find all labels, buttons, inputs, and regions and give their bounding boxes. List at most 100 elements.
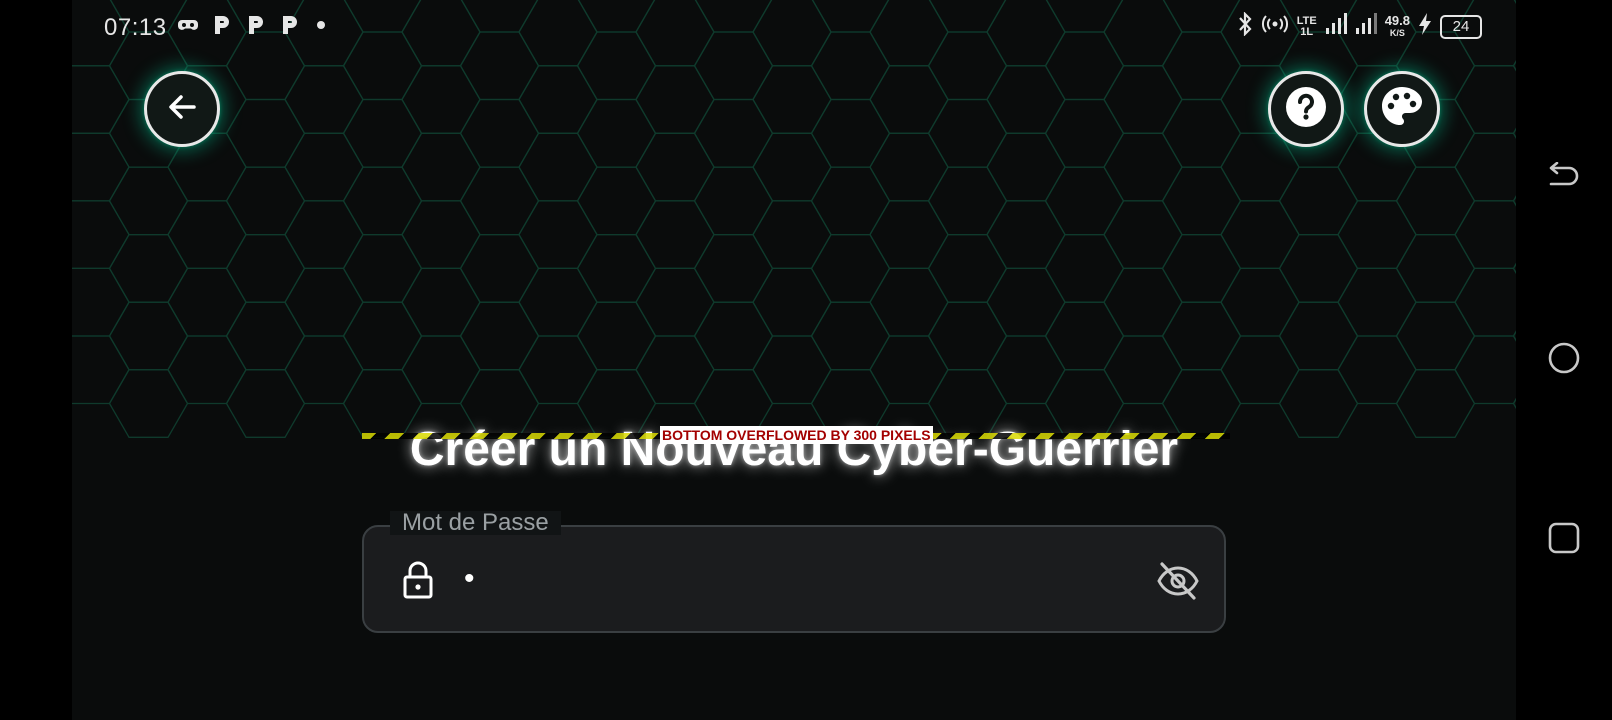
hexagon-cell <box>1103 267 1183 337</box>
hexagon-cell <box>986 267 1066 337</box>
help-button[interactable] <box>1268 71 1344 147</box>
status-bar: 07:13 LTE 1L 49.8 K/S 24 <box>72 0 1516 56</box>
bluetooth-icon <box>1237 11 1253 41</box>
hexagon-cell <box>635 335 715 405</box>
hexagon-cell <box>1337 267 1417 337</box>
hexagon-cell <box>1161 233 1242 303</box>
hexagon-cell <box>1044 166 1125 236</box>
hexagon-cell <box>1044 98 1125 168</box>
hexagon-cell <box>401 132 481 202</box>
hexagon-cell <box>225 98 306 168</box>
hexagon-cell <box>167 200 247 270</box>
hexagon-cell <box>810 301 891 371</box>
hexagon-cell <box>459 166 540 236</box>
hexagon-cell <box>167 267 247 337</box>
hexagon-cell <box>693 166 774 236</box>
back-button[interactable] <box>144 71 220 147</box>
hexagon-cell <box>1220 132 1300 202</box>
hexagon-cell <box>986 65 1066 134</box>
hexagon-cell <box>518 132 598 202</box>
hexagon-cell <box>72 132 130 202</box>
home-circle-icon <box>1547 341 1581 380</box>
p-app-icon <box>212 14 232 41</box>
battery-level: 24 <box>1452 18 1470 35</box>
hexagon-cell <box>342 301 423 371</box>
hexagon-cell <box>635 200 715 270</box>
hexagon-cell <box>576 98 657 168</box>
hexagon-cell <box>1454 200 1516 270</box>
hexagon-cell <box>635 267 715 337</box>
hexagon-cell <box>225 233 306 303</box>
hexagon-cell <box>576 233 657 303</box>
hexagon-cell <box>1161 301 1242 371</box>
hexagon-cell <box>869 132 949 202</box>
overflow-warning-label: BOTTOM OVERFLOWED BY 300 PIXELS <box>660 426 933 444</box>
hexagon-cell <box>1220 335 1300 405</box>
hexagon-cell <box>810 233 891 303</box>
hexagon-cell <box>342 233 423 303</box>
hexagon-cell <box>1044 301 1125 371</box>
hexagon-cell <box>459 301 540 371</box>
password-label: Mot de Passe <box>390 511 561 535</box>
nav-back-button[interactable] <box>1546 161 1582 199</box>
hexagon-cell <box>284 132 364 202</box>
nav-home-button[interactable] <box>1546 342 1582 378</box>
hexagon-cell <box>459 98 540 168</box>
lock-icon <box>402 561 434 604</box>
hexagon-cell <box>869 200 949 270</box>
hexagon-cell <box>72 335 130 405</box>
p-app-icon <box>246 14 266 41</box>
hexagon-cell <box>1220 267 1300 337</box>
hexagon-cell <box>986 132 1066 202</box>
hexagon-cell <box>72 200 130 270</box>
hexagon-cell <box>518 200 598 270</box>
lte-indicator: LTE 1L <box>1297 15 1317 38</box>
hexagon-cell <box>284 267 364 337</box>
status-indicators: LTE 1L 49.8 K/S 24 <box>1237 11 1482 41</box>
back-gesture-icon <box>1547 161 1581 199</box>
hexagon-cell <box>1278 233 1359 303</box>
hexagon-cell <box>752 200 832 270</box>
hexagon-cell <box>284 335 364 405</box>
hexagon-cell <box>1278 166 1359 236</box>
hexagon-cell <box>986 335 1066 405</box>
hexagon-cell <box>518 335 598 405</box>
hexagon-cell <box>927 166 1008 236</box>
eye-off-icon[interactable] <box>1156 561 1200 606</box>
hexagon-cell <box>1161 98 1242 168</box>
network-speed: 49.8 K/S <box>1385 14 1410 39</box>
charging-icon <box>1418 12 1432 41</box>
signal-strength-icon <box>1325 12 1347 41</box>
system-navigation-bar <box>1516 0 1612 720</box>
hexagon-cell <box>576 301 657 371</box>
notification-icons <box>178 14 328 41</box>
hexagon-cell <box>986 200 1066 270</box>
hexagon-cell <box>810 166 891 236</box>
hexagon-cell <box>693 233 774 303</box>
hexagon-cell <box>810 98 891 168</box>
hexagon-cell <box>1454 132 1516 202</box>
hexagon-cell <box>752 267 832 337</box>
hexagon-cell <box>693 98 774 168</box>
battery-indicator: 24 <box>1440 14 1482 39</box>
arrow-left-icon <box>164 89 200 130</box>
hexagon-cell <box>518 267 598 337</box>
password-input[interactable]: • <box>464 561 475 597</box>
theme-button[interactable] <box>1364 71 1440 147</box>
recents-square-icon <box>1547 521 1581 560</box>
hexagon-cell <box>401 335 481 405</box>
game-controller-icon <box>178 17 198 38</box>
hexagon-cell <box>869 65 949 134</box>
hexagon-cell <box>752 335 832 405</box>
hexagon-cell <box>108 233 189 303</box>
hexagon-cell <box>927 301 1008 371</box>
hexagon-cell <box>1395 166 1476 236</box>
hexagon-cell <box>1103 335 1183 405</box>
signal-strength-icon-2 <box>1355 12 1377 41</box>
hexagon-cell <box>167 335 247 405</box>
hexagon-cell <box>1278 301 1359 371</box>
hexagon-cell <box>1395 233 1476 303</box>
nav-recents-button[interactable] <box>1546 522 1582 558</box>
password-field[interactable]: Mot de Passe • <box>362 511 1226 633</box>
hexagon-cell <box>635 65 715 134</box>
